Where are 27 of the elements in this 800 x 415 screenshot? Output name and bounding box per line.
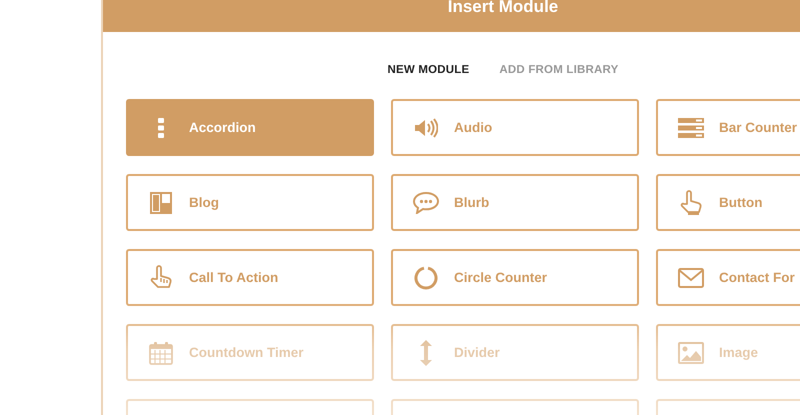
vertical-arrow-icon — [420, 340, 432, 366]
module-card[interactable]: Image — [656, 324, 800, 381]
tab[interactable]: ADD FROM LIBRARY — [499, 62, 618, 78]
module-card[interactable]: Accordion — [126, 99, 374, 156]
module-card[interactable]: Call To Action — [126, 249, 374, 306]
module-card[interactable]: Contact For — [656, 249, 800, 306]
pointing-hand-icon — [149, 264, 173, 290]
pointing-hand-icon — [679, 190, 703, 216]
module-card[interactable]: Circle Counter — [391, 249, 639, 306]
modal-title: Insert Module — [448, 0, 558, 15]
tab[interactable]: NEW MODULE — [388, 62, 470, 78]
layout-icon — [150, 192, 172, 214]
module-card[interactable]: Divider — [391, 324, 639, 381]
calendar-icon — [149, 340, 173, 364]
module-card[interactable]: Audio — [391, 99, 639, 156]
module-card[interactable]: Countdown Timer — [126, 324, 374, 381]
speech-bubble-icon — [413, 192, 439, 214]
speaker-icon — [414, 118, 438, 138]
picture-icon — [678, 342, 704, 364]
module-card[interactable]: Blurb — [391, 174, 639, 231]
bars-icon — [678, 118, 704, 138]
envelope-icon — [678, 268, 704, 288]
module-card[interactable]: Bar Counter — [656, 99, 800, 156]
dots-icon — [158, 118, 164, 138]
module-card[interactable]: Blog — [126, 174, 374, 231]
ring-icon — [414, 266, 438, 290]
module-card[interactable]: Button — [656, 174, 800, 231]
